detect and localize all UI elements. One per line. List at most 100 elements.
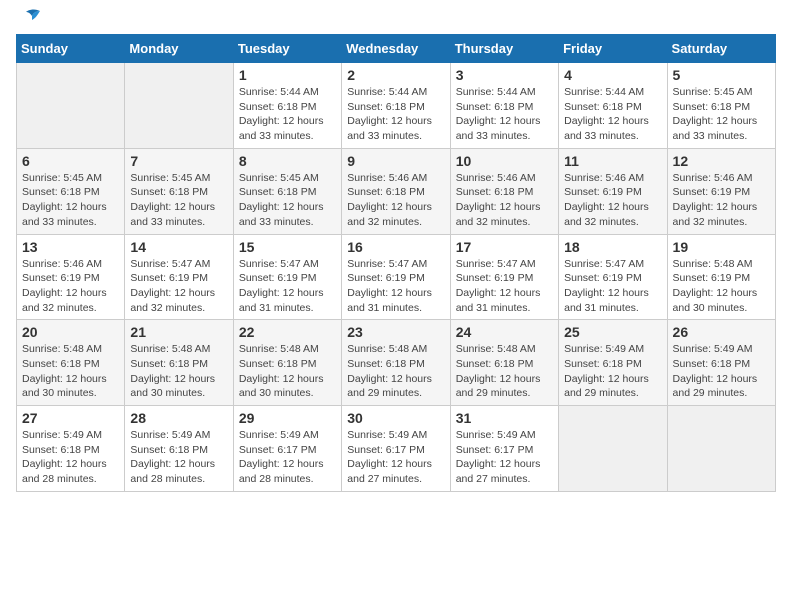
calendar-week-row: 27 Sunrise: 5:49 AM Sunset: 6:18 PM Dayli… <box>17 406 776 492</box>
day-info: Sunrise: 5:46 AM Sunset: 6:19 PM Dayligh… <box>22 257 119 316</box>
day-number: 23 <box>347 324 444 340</box>
calendar-cell: 18Sunrise: 5:47 AM Sunset: 6:19 PM Dayli… <box>559 234 667 320</box>
day-info: Sunrise: 5:49 AM Sunset: 6:17 PM Dayligh… <box>456 428 553 487</box>
day-number: 14 <box>130 239 227 255</box>
day-info: Sunrise: 5:49 AM Sunset: 6:17 PM Dayligh… <box>239 428 336 487</box>
calendar-cell: 6 Sunrise: 5:45 AM Sunset: 6:18 PM Daylig… <box>17 148 125 234</box>
day-info: Sunrise: 5:45 AM Sunset: 6:18 PM Dayligh… <box>22 171 119 230</box>
day-info: Sunrise: 5:45 AM Sunset: 6:18 PM Dayligh… <box>239 171 336 230</box>
day-info: Sunrise: 5:46 AM Sunset: 6:18 PM Dayligh… <box>456 171 553 230</box>
day-number: 30 <box>347 410 444 426</box>
calendar-cell: 29 Sunrise: 5:49 AM Sunset: 6:17 PM Dayli… <box>233 406 341 492</box>
calendar-cell: 16 Sunrise: 5:47 AM Sunset: 6:19 PM Dayli… <box>342 234 450 320</box>
calendar-cell: 8 Sunrise: 5:45 AM Sunset: 6:18 PM Daylig… <box>233 148 341 234</box>
calendar-cell: 17 Sunrise: 5:47 AM Sunset: 6:19 PM Dayli… <box>450 234 558 320</box>
calendar-cell: 31 Sunrise: 5:49 AM Sunset: 6:17 PM Dayli… <box>450 406 558 492</box>
day-info: Sunrise: 5:44 AM Sunset: 6:18 PM Dayligh… <box>564 85 661 144</box>
day-info: Sunrise: 5:47 AM Sunset: 6:19 PM Dayligh… <box>456 257 553 316</box>
calendar-cell: 10 Sunrise: 5:46 AM Sunset: 6:18 PM Dayli… <box>450 148 558 234</box>
day-info: Sunrise: 5:47 AM Sunset: 6:19 PM Dayligh… <box>130 257 227 316</box>
day-number: 6 <box>22 153 119 169</box>
day-info: Sunrise: 5:48 AM Sunset: 6:18 PM Dayligh… <box>456 342 553 401</box>
calendar-cell: 9 Sunrise: 5:46 AM Sunset: 6:18 PM Daylig… <box>342 148 450 234</box>
day-number: 16 <box>347 239 444 255</box>
day-number: 3 <box>456 67 553 83</box>
calendar-header-row: SundayMondayTuesdayWednesdayThursdayFrid… <box>17 35 776 63</box>
day-info: Sunrise: 5:45 AM Sunset: 6:18 PM Dayligh… <box>130 171 227 230</box>
calendar-cell: 4 Sunrise: 5:44 AM Sunset: 6:18 PM Daylig… <box>559 63 667 149</box>
calendar-cell <box>667 406 775 492</box>
day-info: Sunrise: 5:49 AM Sunset: 6:18 PM Dayligh… <box>673 342 770 401</box>
day-info: Sunrise: 5:44 AM Sunset: 6:18 PM Dayligh… <box>239 85 336 144</box>
day-number: 27 <box>22 410 119 426</box>
calendar-cell: 2 Sunrise: 5:44 AM Sunset: 6:18 PM Daylig… <box>342 63 450 149</box>
day-number: 17 <box>456 239 553 255</box>
calendar-cell: 11 Sunrise: 5:46 AM Sunset: 6:19 PM Dayli… <box>559 148 667 234</box>
calendar-week-row: 6 Sunrise: 5:45 AM Sunset: 6:18 PM Daylig… <box>17 148 776 234</box>
day-number: 24 <box>456 324 553 340</box>
day-number: 2 <box>347 67 444 83</box>
day-header-tuesday: Tuesday <box>233 35 341 63</box>
day-number: 15 <box>239 239 336 255</box>
day-number: 18 <box>564 239 661 255</box>
day-info: Sunrise: 5:46 AM Sunset: 6:18 PM Dayligh… <box>347 171 444 230</box>
day-header-sunday: Sunday <box>17 35 125 63</box>
calendar-week-row: 1 Sunrise: 5:44 AM Sunset: 6:18 PM Daylig… <box>17 63 776 149</box>
calendar-cell <box>17 63 125 149</box>
day-info: Sunrise: 5:48 AM Sunset: 6:18 PM Dayligh… <box>347 342 444 401</box>
day-number: 9 <box>347 153 444 169</box>
calendar-cell: 21 Sunrise: 5:48 AM Sunset: 6:18 PM Dayli… <box>125 320 233 406</box>
day-header-friday: Friday <box>559 35 667 63</box>
day-number: 5 <box>673 67 770 83</box>
day-header-thursday: Thursday <box>450 35 558 63</box>
calendar-cell: 25 Sunrise: 5:49 AM Sunset: 6:18 PM Dayli… <box>559 320 667 406</box>
day-number: 29 <box>239 410 336 426</box>
day-info: Sunrise: 5:44 AM Sunset: 6:18 PM Dayligh… <box>347 85 444 144</box>
calendar-cell: 26 Sunrise: 5:49 AM Sunset: 6:18 PM Dayli… <box>667 320 775 406</box>
day-info: Sunrise: 5:49 AM Sunset: 6:18 PM Dayligh… <box>130 428 227 487</box>
calendar-cell: 19Sunrise: 5:48 AM Sunset: 6:19 PM Dayli… <box>667 234 775 320</box>
day-number: 19 <box>673 239 770 255</box>
calendar-cell: 15 Sunrise: 5:47 AM Sunset: 6:19 PM Dayli… <box>233 234 341 320</box>
day-number: 20 <box>22 324 119 340</box>
calendar-cell: 30Sunrise: 5:49 AM Sunset: 6:17 PM Dayli… <box>342 406 450 492</box>
day-info: Sunrise: 5:46 AM Sunset: 6:19 PM Dayligh… <box>564 171 661 230</box>
calendar-cell: 24 Sunrise: 5:48 AM Sunset: 6:18 PM Dayli… <box>450 320 558 406</box>
page-header <box>16 16 776 26</box>
calendar-cell: 13 Sunrise: 5:46 AM Sunset: 6:19 PM Dayli… <box>17 234 125 320</box>
calendar-cell: 28Sunrise: 5:49 AM Sunset: 6:18 PM Dayli… <box>125 406 233 492</box>
calendar-cell: 27 Sunrise: 5:49 AM Sunset: 6:18 PM Dayli… <box>17 406 125 492</box>
calendar-cell: 14 Sunrise: 5:47 AM Sunset: 6:19 PM Dayli… <box>125 234 233 320</box>
day-info: Sunrise: 5:46 AM Sunset: 6:19 PM Dayligh… <box>673 171 770 230</box>
day-number: 31 <box>456 410 553 426</box>
day-number: 25 <box>564 324 661 340</box>
day-number: 21 <box>130 324 227 340</box>
day-number: 10 <box>456 153 553 169</box>
day-number: 1 <box>239 67 336 83</box>
calendar-cell: 3Sunrise: 5:44 AM Sunset: 6:18 PM Daylig… <box>450 63 558 149</box>
day-number: 26 <box>673 324 770 340</box>
day-number: 13 <box>22 239 119 255</box>
calendar-cell: 1 Sunrise: 5:44 AM Sunset: 6:18 PM Daylig… <box>233 63 341 149</box>
day-info: Sunrise: 5:48 AM Sunset: 6:18 PM Dayligh… <box>130 342 227 401</box>
day-info: Sunrise: 5:49 AM Sunset: 6:18 PM Dayligh… <box>564 342 661 401</box>
day-info: Sunrise: 5:48 AM Sunset: 6:18 PM Dayligh… <box>22 342 119 401</box>
calendar-table: SundayMondayTuesdayWednesdayThursdayFrid… <box>16 34 776 492</box>
day-number: 22 <box>239 324 336 340</box>
day-number: 4 <box>564 67 661 83</box>
day-info: Sunrise: 5:47 AM Sunset: 6:19 PM Dayligh… <box>239 257 336 316</box>
day-info: Sunrise: 5:45 AM Sunset: 6:18 PM Dayligh… <box>673 85 770 144</box>
day-header-monday: Monday <box>125 35 233 63</box>
day-header-saturday: Saturday <box>667 35 775 63</box>
calendar-cell: 12Sunrise: 5:46 AM Sunset: 6:19 PM Dayli… <box>667 148 775 234</box>
day-info: Sunrise: 5:49 AM Sunset: 6:18 PM Dayligh… <box>22 428 119 487</box>
calendar-cell: 5 Sunrise: 5:45 AM Sunset: 6:18 PM Daylig… <box>667 63 775 149</box>
day-info: Sunrise: 5:48 AM Sunset: 6:18 PM Dayligh… <box>239 342 336 401</box>
calendar-week-row: 13 Sunrise: 5:46 AM Sunset: 6:19 PM Dayli… <box>17 234 776 320</box>
day-number: 11 <box>564 153 661 169</box>
day-header-wednesday: Wednesday <box>342 35 450 63</box>
day-number: 8 <box>239 153 336 169</box>
calendar-week-row: 20 Sunrise: 5:48 AM Sunset: 6:18 PM Dayli… <box>17 320 776 406</box>
day-info: Sunrise: 5:47 AM Sunset: 6:19 PM Dayligh… <box>347 257 444 316</box>
calendar-cell: 23 Sunrise: 5:48 AM Sunset: 6:18 PM Dayli… <box>342 320 450 406</box>
